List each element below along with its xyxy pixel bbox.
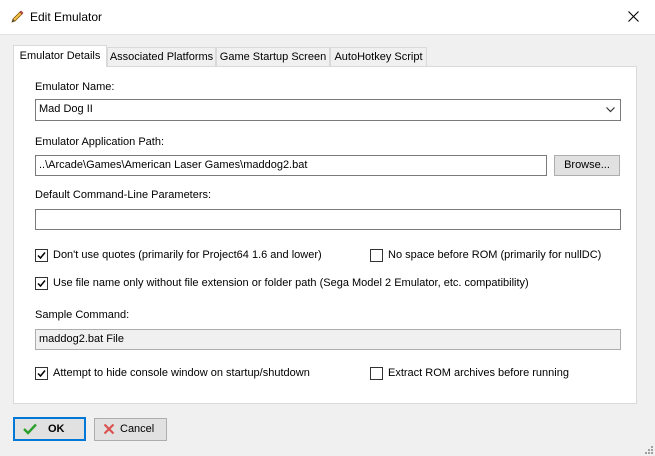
pencil-icon	[9, 9, 25, 25]
tab-associated-platforms[interactable]: Associated Platforms	[107, 47, 216, 66]
checkmark-icon	[23, 423, 37, 435]
application-path-label: Emulator Application Path:	[35, 136, 165, 148]
checkmark-icon	[37, 370, 46, 378]
ok-button[interactable]: OK	[13, 417, 86, 441]
filename-only-checkbox[interactable]	[35, 277, 48, 290]
sample-command-field: maddog2.bat File	[35, 329, 621, 350]
title-bar: Edit Emulator	[0, 0, 655, 35]
checkmark-icon	[37, 252, 46, 260]
sample-command-label: Sample Command:	[35, 309, 130, 321]
no-quotes-checkbox[interactable]	[35, 249, 48, 262]
cancel-button[interactable]: Cancel	[94, 418, 167, 441]
window-title: Edit Emulator	[30, 10, 103, 24]
hide-console-label: Attempt to hide console window on startu…	[53, 367, 310, 379]
sample-command-value: maddog2.bat File	[39, 333, 124, 345]
hide-console-checkbox[interactable]	[35, 367, 48, 380]
application-path-value: ..\Arcade\Games\American Laser Games\mad…	[39, 159, 308, 171]
emulator-name-combobox[interactable]: Mad Dog II	[35, 99, 621, 121]
chevron-down-icon	[606, 107, 615, 113]
tab-emulator-details[interactable]: Emulator Details	[13, 45, 107, 67]
close-button[interactable]	[619, 2, 649, 32]
command-line-parameters-label: Default Command-Line Parameters:	[35, 189, 212, 201]
extract-rom-label: Extract ROM archives before running	[388, 367, 569, 379]
no-space-before-rom-checkbox[interactable]	[370, 249, 383, 262]
extract-rom-checkbox[interactable]	[370, 367, 383, 380]
emulator-details-panel: Emulator Name: Mad Dog II Emulator Appli…	[13, 66, 637, 404]
no-space-before-rom-label: No space before ROM (primarily for nullD…	[388, 249, 602, 261]
command-line-parameters-input[interactable]	[35, 209, 621, 230]
application-path-input[interactable]: ..\Arcade\Games\American Laser Games\mad…	[35, 155, 547, 176]
cancel-label: Cancel	[120, 423, 155, 435]
emulator-name-label: Emulator Name:	[35, 81, 115, 93]
no-quotes-label: Don't use quotes (primarily for Project6…	[53, 249, 322, 261]
resize-grip-icon[interactable]	[643, 444, 653, 454]
browse-button[interactable]: Browse...	[554, 155, 620, 176]
checkmark-icon	[37, 280, 46, 288]
emulator-name-value: Mad Dog II	[39, 103, 93, 115]
ok-label: OK	[48, 423, 65, 435]
close-icon	[628, 11, 639, 22]
tab-autohotkey-script[interactable]: AutoHotkey Script	[330, 47, 427, 66]
tab-game-startup-screen[interactable]: Game Startup Screen	[216, 47, 330, 66]
filename-only-label: Use file name only without file extensio…	[53, 277, 529, 289]
cancel-x-icon	[103, 423, 115, 435]
